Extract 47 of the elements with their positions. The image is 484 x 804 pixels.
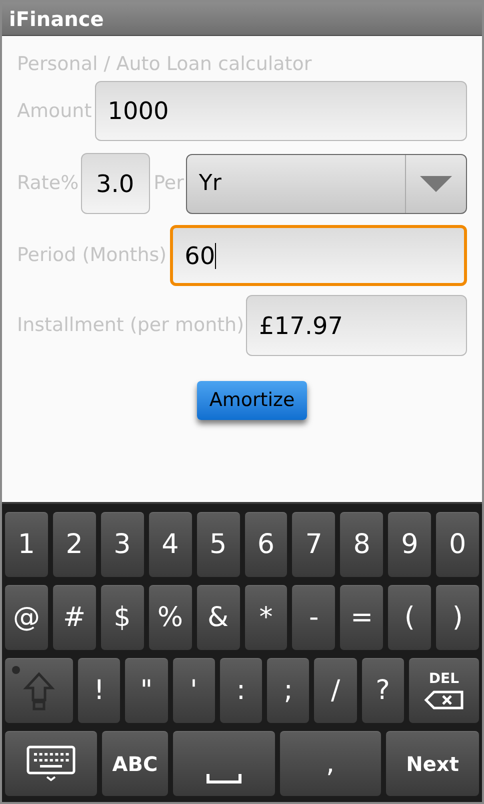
- key[interactable]: !: [78, 658, 120, 723]
- text-field[interactable]: 3.0: [80, 153, 150, 214]
- key[interactable]: 9: [388, 512, 432, 577]
- key[interactable]: ": [125, 658, 168, 723]
- key[interactable]: 7: [292, 512, 336, 577]
- key[interactable]: %: [148, 585, 192, 650]
- key[interactable]: =: [340, 585, 384, 650]
- backspace-icon: [424, 690, 464, 710]
- shift-arrow-icon: [23, 671, 55, 711]
- key[interactable]: #: [52, 585, 96, 650]
- key[interactable]: 8: [340, 512, 384, 577]
- key[interactable]: &: [196, 585, 240, 650]
- space-bar-icon: [206, 774, 242, 784]
- key[interactable]: ): [436, 585, 480, 650]
- delete-key[interactable]: DEL: [408, 658, 479, 723]
- key[interactable]: :: [220, 658, 262, 723]
- period-dropdown[interactable]: Yr: [186, 154, 467, 214]
- window-title: iFinance: [9, 6, 104, 32]
- key[interactable]: 5: [196, 512, 240, 577]
- key[interactable]: $: [100, 585, 144, 650]
- text-field[interactable]: £17.97: [246, 295, 467, 356]
- key[interactable]: 6: [244, 512, 288, 577]
- key[interactable]: ABC: [102, 731, 168, 796]
- text-cursor: [215, 242, 216, 268]
- amortize-button[interactable]: Amortize: [197, 381, 307, 420]
- key[interactable]: ?: [362, 658, 404, 723]
- key[interactable]: (: [388, 585, 432, 650]
- key[interactable]: 4: [148, 512, 192, 577]
- key[interactable]: /: [314, 658, 357, 723]
- key[interactable]: @: [5, 585, 48, 650]
- key[interactable]: 1: [5, 512, 48, 577]
- text-field[interactable]: 60: [170, 225, 467, 286]
- key[interactable]: ;: [267, 658, 310, 723]
- key[interactable]: ,: [280, 731, 381, 796]
- shift-indicator: [12, 666, 20, 674]
- space-key[interactable]: [173, 731, 274, 796]
- key[interactable]: -: [292, 585, 336, 650]
- key[interactable]: *: [244, 585, 288, 650]
- keyboard-icon: [26, 745, 76, 783]
- dropdown-arrow-icon: [420, 176, 452, 192]
- key[interactable]: 0: [436, 512, 480, 577]
- key[interactable]: Next: [386, 731, 479, 796]
- keyboard-hide-key[interactable]: [5, 731, 97, 796]
- key[interactable]: ': [172, 658, 215, 723]
- text-field[interactable]: 1000: [94, 81, 467, 141]
- key[interactable]: 3: [100, 512, 144, 577]
- key[interactable]: 2: [52, 512, 96, 577]
